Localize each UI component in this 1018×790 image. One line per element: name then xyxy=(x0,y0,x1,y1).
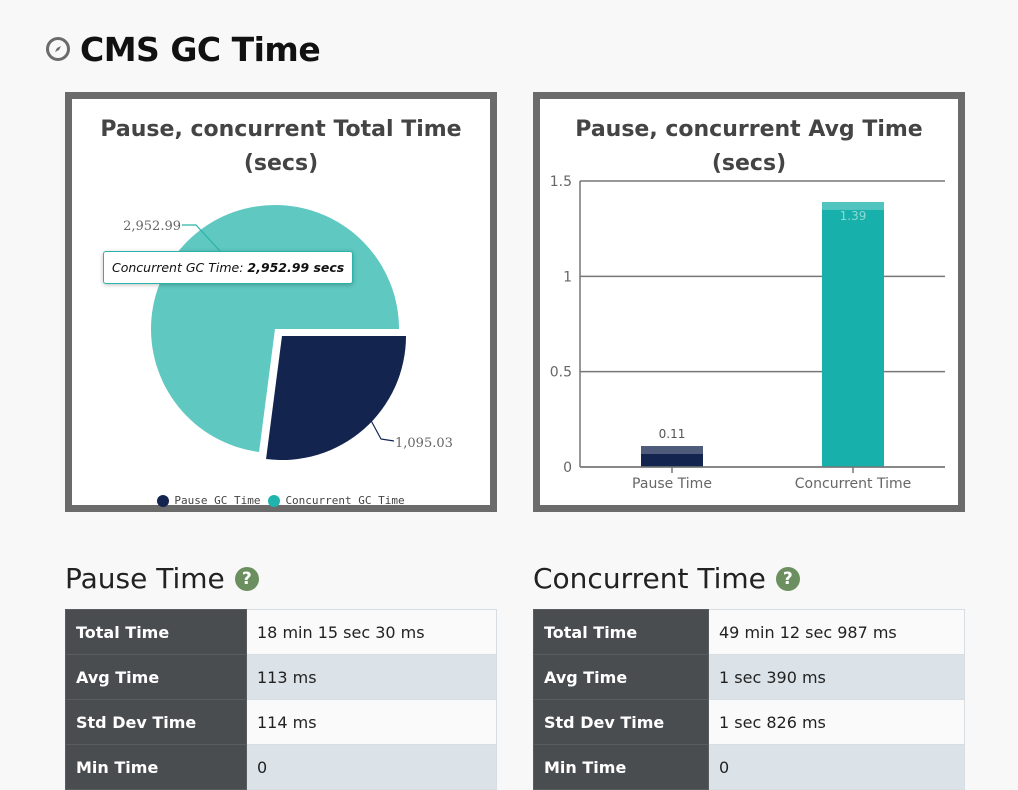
stat-value: 18 min 15 sec 30 ms xyxy=(246,609,497,655)
stat-value: 114 ms xyxy=(246,699,497,745)
y-tick-label: 0.5 xyxy=(550,365,572,381)
bar-value-label: 0.11 xyxy=(659,427,686,441)
bar-concurrent[interactable] xyxy=(822,201,884,467)
concurrent-time-table: Total Time 49 min 12 sec 987 ms Avg Time 1 … xyxy=(533,609,965,790)
stat-key: Avg Time xyxy=(65,654,247,700)
table-row: Total Time 49 min 12 sec 987 ms xyxy=(533,609,965,655)
tooltip-label: Concurrent GC Time: xyxy=(112,260,244,275)
pie-chart-card: Pause, concurrent Total Time (secs) 1,09… xyxy=(65,92,497,512)
y-tick-label: 0 xyxy=(563,460,572,476)
table-row: Std Dev Time 1 sec 826 ms xyxy=(533,699,965,745)
stat-key: Total Time xyxy=(533,609,709,655)
pause-time-heading: Pause Time ? xyxy=(65,562,259,595)
stat-value: 0 xyxy=(708,744,965,790)
stat-value: 113 ms xyxy=(246,654,497,700)
stat-key: Total Time xyxy=(65,609,247,655)
legend-dot-pause xyxy=(157,494,170,507)
pause-time-table: Total Time 18 min 15 sec 30 ms Avg Time 113… xyxy=(65,609,497,790)
stat-value: 1 sec 390 ms xyxy=(708,654,965,700)
concurrent-time-heading: Concurrent Time ? xyxy=(533,562,800,595)
pie-legend: Pause GC Time Concurrent GC Time xyxy=(72,494,490,507)
pie-slice-pause[interactable] xyxy=(266,336,406,461)
bar-chart-card: Pause, concurrent Avg Time (secs) 0 0.5 1 1… xyxy=(533,92,965,512)
table-row: Avg Time 1 sec 390 ms xyxy=(533,654,965,700)
x-tick-label: Concurrent Time xyxy=(795,476,911,492)
legend-item-concurrent[interactable]: Concurrent GC Time xyxy=(268,494,405,507)
bar-chart: 0 0.5 1 1.5 0.11 Pause Time 1.39 Concurrent Tim… xyxy=(550,174,945,492)
stat-value: 49 min 12 sec 987 ms xyxy=(708,609,965,655)
legend-dot-concurrent xyxy=(268,494,281,507)
stat-key: Min Time xyxy=(65,744,247,790)
legend-item-pause[interactable]: Pause GC Time xyxy=(157,494,260,507)
table-row: Min Time 0 xyxy=(65,744,497,790)
stat-key: Avg Time xyxy=(533,654,709,700)
stat-key: Min Time xyxy=(533,744,709,790)
section-header: CMS GC Time xyxy=(46,28,321,70)
y-tick-label: 1 xyxy=(563,269,572,285)
concurrent-time-title: Concurrent Time xyxy=(533,562,766,595)
pie-data-label-pause: 1,095.03 xyxy=(395,436,453,451)
help-icon[interactable]: ? xyxy=(234,566,259,591)
pie-chart: 1,095.03 2,952.99 xyxy=(123,205,453,461)
table-row: Min Time 0 xyxy=(533,744,965,790)
stat-key: Std Dev Time xyxy=(533,699,709,745)
stat-value: 1 sec 826 ms xyxy=(708,699,965,745)
pause-time-title: Pause Time xyxy=(65,562,225,595)
legend-label-concurrent: Concurrent GC Time xyxy=(285,494,405,507)
compass-icon xyxy=(46,37,70,61)
table-row: Total Time 18 min 15 sec 30 ms xyxy=(65,609,497,655)
bar-highlight xyxy=(641,446,703,455)
pie-tooltip: Concurrent GC Time: 2,952.99 secs xyxy=(103,251,354,284)
legend-label-pause: Pause GC Time xyxy=(174,494,261,507)
y-tick-label: 1.5 xyxy=(550,174,572,190)
stat-key: Std Dev Time xyxy=(65,699,247,745)
table-row: Avg Time 113 ms xyxy=(65,654,497,700)
page-title: CMS GC Time xyxy=(80,29,321,69)
x-tick-label: Pause Time xyxy=(632,476,712,492)
stat-value: 0 xyxy=(246,744,497,790)
table-row: Std Dev Time 114 ms xyxy=(65,699,497,745)
tooltip-value: 2,952.99 secs xyxy=(247,260,345,275)
help-icon[interactable]: ? xyxy=(775,566,800,591)
bar-value-label: 1.39 xyxy=(840,209,867,223)
pie-data-label-concurrent: 2,952.99 xyxy=(123,219,181,234)
